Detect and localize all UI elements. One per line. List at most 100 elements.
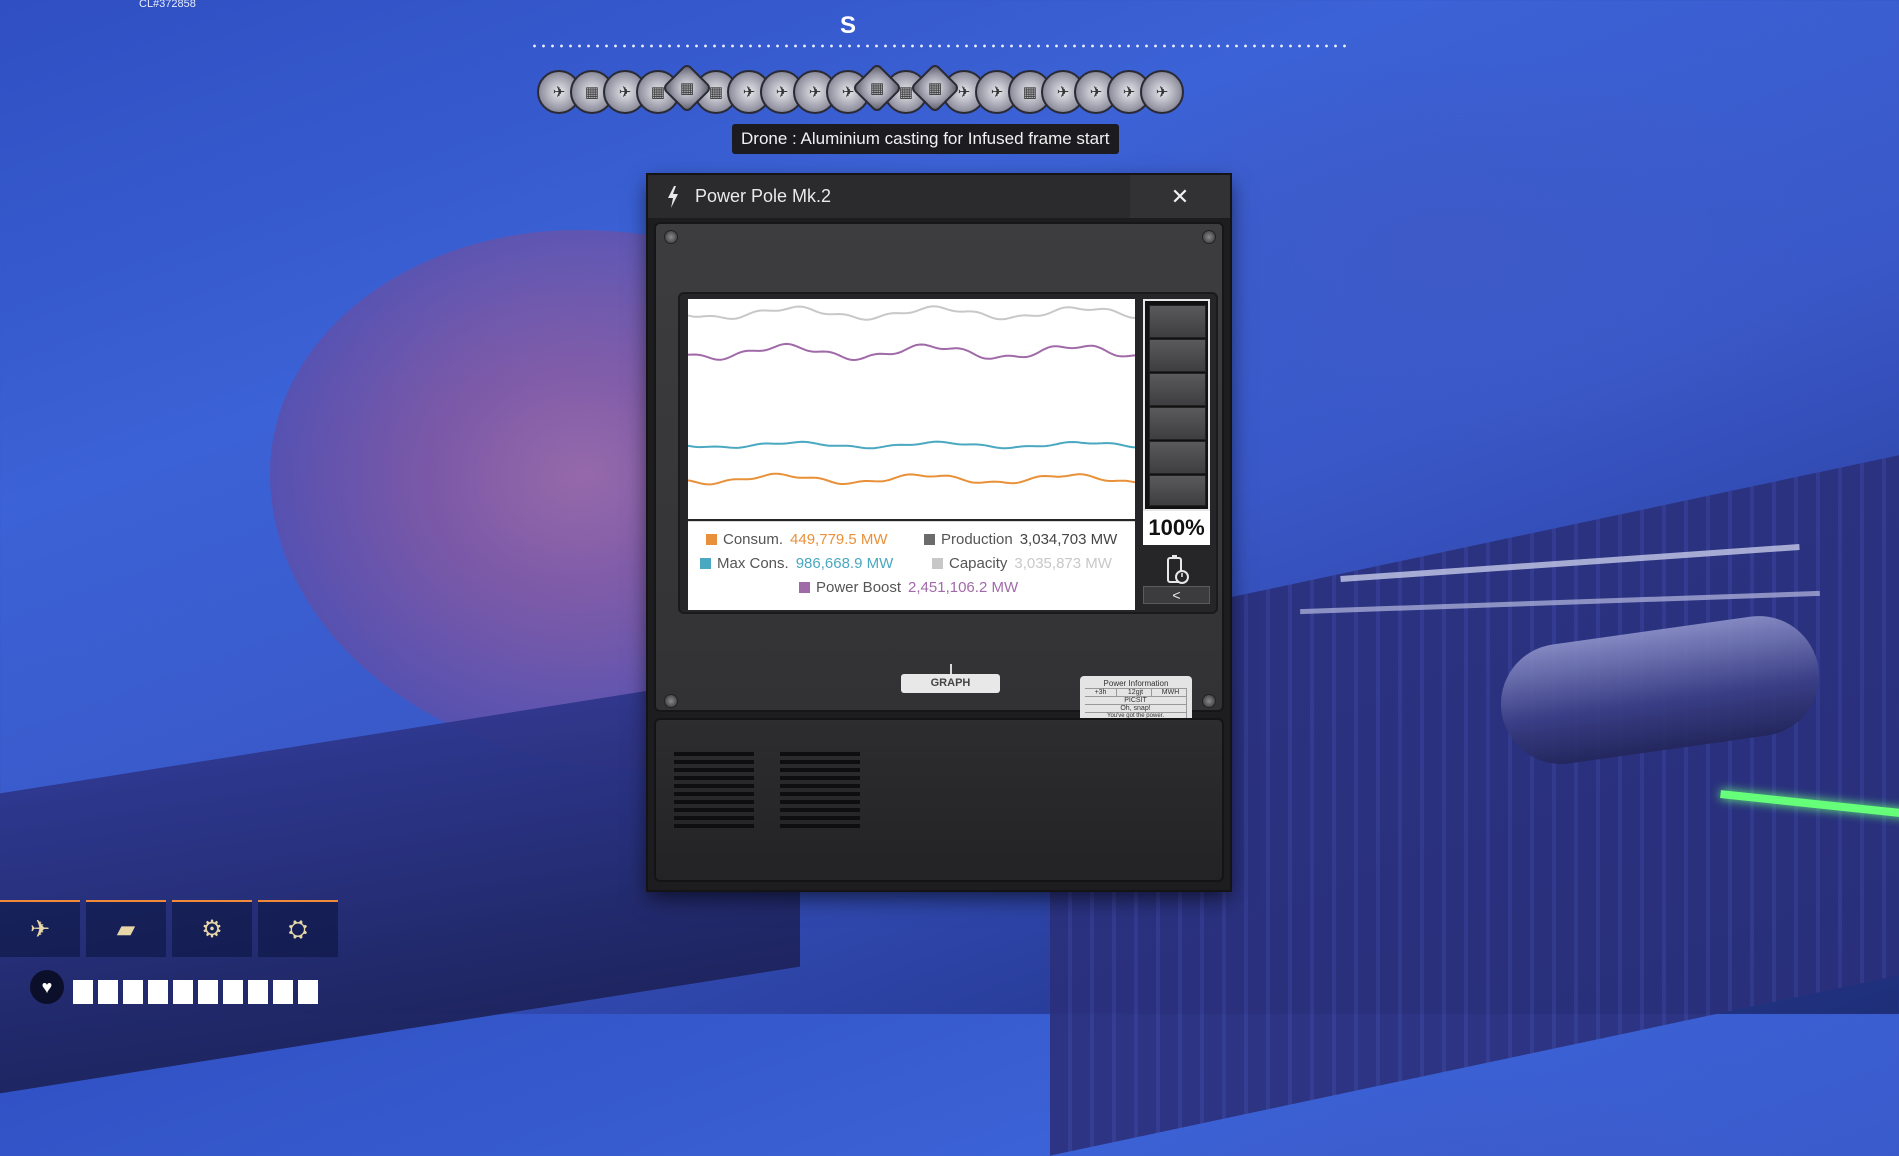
compass-heading: S	[839, 12, 856, 39]
health-segment	[148, 980, 168, 1004]
legend-consumption: Consum. 449,779.5 MW	[706, 531, 888, 548]
vent-panel	[654, 718, 1224, 882]
max-consumption-trace	[688, 440, 1135, 450]
graph-tab-button[interactable]: GRAPH	[901, 674, 1000, 693]
factory-icon: ▦	[1022, 84, 1038, 101]
drone-icon: ✈	[841, 84, 855, 101]
max-consumption-value: 986,668.9 MW	[795, 555, 894, 572]
battery-cell	[1149, 407, 1206, 440]
drone-icon: ✈	[552, 84, 566, 101]
power-pole-window: Power Pole Mk.2 ✕ Consum. 449,779.5 MW P…	[648, 175, 1230, 890]
hotbar-slot[interactable]: ⚙	[172, 900, 252, 957]
battery-cell	[1149, 339, 1206, 372]
green-light-strip	[1720, 790, 1899, 818]
health-segment	[273, 980, 293, 1004]
item-icon: ⚙	[201, 916, 223, 943]
production-value: 3,034,703 MW	[1019, 531, 1118, 548]
item-icon: ⛭	[288, 915, 308, 943]
capacity-label: Capacity	[949, 555, 1008, 572]
drone-icon: ✈	[1122, 84, 1136, 101]
waypoint-tooltip: Drone : Aluminium casting for Infused fr…	[732, 124, 1119, 154]
hotbar-slot[interactable]: ▰	[86, 900, 166, 957]
legend-capacity: Capacity 3,035,873 MW	[932, 555, 1112, 572]
factory-icon: ▦	[679, 80, 695, 97]
item-icon: ▰	[116, 916, 136, 943]
drone-icon: ✈	[957, 84, 971, 101]
graph-tab-stub	[950, 664, 952, 674]
production-label: Production	[941, 531, 1013, 548]
battery-column: 100% <	[1141, 299, 1212, 607]
health-segment	[173, 980, 193, 1004]
screw-icon	[664, 230, 678, 244]
health-segment	[198, 980, 218, 1004]
heartbeat-icon: ♥	[30, 970, 64, 1004]
drone-icon: ✈	[1155, 84, 1169, 101]
legend-max-consumption: Max Cons. 986,668.9 MW	[700, 555, 893, 572]
screw-icon	[1202, 694, 1216, 708]
waypoint-bar: ✈ ▦ ✈ ▦ ▦ ▦ ✈ ✈ ✈ ✈ ▦ ▦ ▦ ✈ ✈ ▦ ✈ ✈ ✈ ✈	[537, 62, 1184, 114]
health-segment	[248, 980, 268, 1004]
legend-production: Production 3,034,703 MW	[924, 531, 1117, 548]
factory-icon: ▦	[927, 80, 943, 97]
power-boost-label: Power Boost	[816, 579, 902, 596]
consumption-value: 449,779.5 MW	[790, 531, 888, 548]
max-consumption-swatch	[700, 558, 711, 569]
health-segment	[98, 980, 118, 1004]
hotbar-slot[interactable]: ⛭	[258, 900, 338, 957]
legend-power-boost: Power Boost 2,451,106.2 MW	[799, 579, 1018, 596]
info-card-row: +3h 12gjt MWH	[1085, 688, 1187, 696]
health-segment	[223, 980, 243, 1004]
waypoint-marker: ✈	[1140, 70, 1184, 114]
battery-cell	[1149, 373, 1206, 406]
health-bar: ♥	[30, 970, 318, 1004]
factory-icon: ▦	[708, 84, 724, 101]
health-segment	[298, 980, 318, 1004]
vent-grille	[780, 752, 860, 832]
info-card-cell: 12gjt	[1120, 689, 1152, 696]
railing-lower	[1300, 590, 1820, 615]
drone-icon: ✈	[990, 84, 1004, 101]
info-card-row: PICSIT	[1085, 696, 1187, 704]
info-card-title: Power Information	[1103, 679, 1169, 688]
info-card-cell: MWH	[1155, 689, 1187, 696]
battery-percent: 100%	[1143, 511, 1210, 545]
window-titlebar[interactable]: Power Pole Mk.2 ✕	[648, 175, 1230, 218]
consumption-trace	[688, 472, 1135, 486]
power-graph-svg	[688, 305, 1135, 486]
power-boost-swatch	[799, 582, 810, 593]
production-swatch	[924, 534, 935, 545]
battery-cell	[1149, 475, 1206, 506]
battery-cell	[1149, 441, 1206, 474]
close-button[interactable]: ✕	[1130, 175, 1230, 218]
capacity-value: 3,035,873 MW	[1014, 555, 1112, 572]
battery-gauge	[1143, 299, 1210, 511]
battery-cell	[1149, 305, 1206, 338]
graph-screen: Consum. 449,779.5 MW Production 3,034,70…	[678, 292, 1218, 614]
drone-icon: ✈	[742, 84, 756, 101]
info-card-cell: PICSIT	[1085, 697, 1187, 704]
power-boost-trace	[688, 342, 1135, 362]
factory-icon: ▦	[869, 80, 885, 97]
consumption-label: Consum.	[723, 531, 784, 548]
compass: S	[530, 8, 1350, 54]
consumption-swatch	[706, 534, 717, 545]
hotbar-slot[interactable]: ✈	[0, 900, 80, 957]
drone-icon: ✈	[1056, 84, 1070, 101]
lightning-icon	[666, 186, 680, 208]
vent-grille	[674, 752, 754, 832]
power-boost-value: 2,451,106.2 MW	[908, 579, 1019, 596]
battery-timer-icon	[1163, 555, 1191, 587]
power-legend: Consum. 449,779.5 MW Production 3,034,70…	[688, 521, 1135, 610]
capacity-trace	[688, 305, 1135, 321]
info-card-cell: Oh, snap!	[1085, 705, 1187, 712]
drone-icon: ✈	[775, 84, 789, 101]
power-graph	[688, 299, 1135, 519]
info-card-row: Oh, snap!	[1085, 704, 1187, 712]
info-card-cell: +3h	[1085, 689, 1117, 696]
max-consumption-label: Max Cons.	[717, 555, 789, 572]
capacity-swatch	[932, 558, 943, 569]
factory-icon: ▦	[584, 84, 600, 101]
item-icon: ✈	[29, 916, 51, 943]
compass-ticks	[530, 43, 1350, 49]
collapse-button[interactable]: <	[1143, 586, 1210, 604]
